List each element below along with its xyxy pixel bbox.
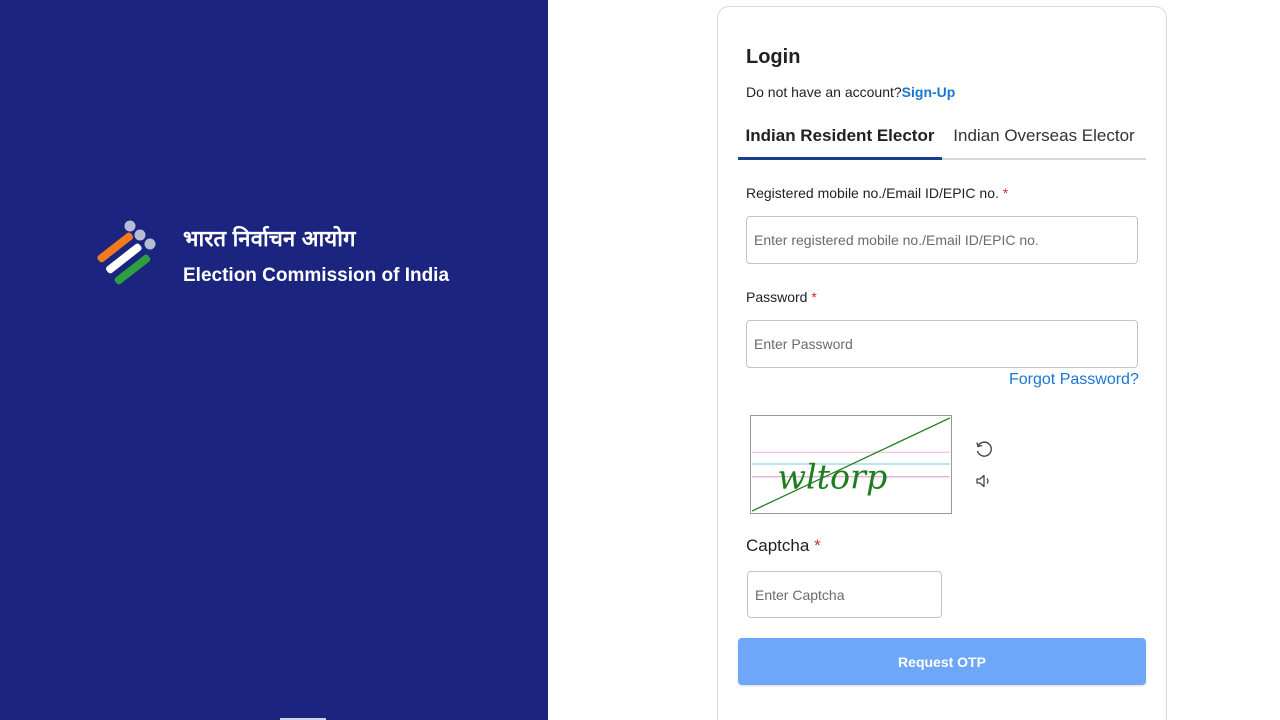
password-input-placeholder: Enter Password	[754, 336, 853, 352]
signup-link[interactable]: Sign-Up	[902, 84, 956, 100]
id-input-placeholder: Enter registered mobile no./Email ID/EPI…	[754, 232, 1039, 248]
captcha-image: wltorp	[750, 415, 952, 514]
login-title: Login	[746, 46, 801, 68]
password-input[interactable]: Enter Password	[746, 320, 1138, 368]
required-marker: *	[811, 289, 817, 305]
captcha-input-placeholder: Enter Captcha	[755, 586, 845, 603]
captcha-text: wltorp	[778, 458, 888, 497]
captcha-input[interactable]: Enter Captcha	[747, 571, 942, 618]
password-field-label: Password *	[746, 289, 817, 305]
brand-hindi-name: भारत निर्वाचन आयोग	[183, 226, 356, 251]
forgot-password-link[interactable]: Forgot Password?	[1009, 371, 1139, 389]
audio-captcha-icon[interactable]	[973, 470, 995, 492]
brand-block: भारत निर्वाचन आयोग Election Commission o…	[92, 216, 449, 294]
signup-prompt: Do not have an account?Sign-Up	[746, 84, 955, 100]
captcha-field-label: Captcha *	[746, 536, 821, 555]
id-field-label: Registered mobile no./Email ID/EPIC no. …	[746, 185, 1009, 201]
request-otp-button[interactable]: Request OTP	[738, 638, 1146, 685]
required-marker: *	[814, 536, 821, 555]
id-input[interactable]: Enter registered mobile no./Email ID/EPI…	[746, 216, 1138, 264]
tab-indian-resident-elector[interactable]: Indian Resident Elector	[738, 112, 942, 160]
elector-type-tabs: Indian Resident Elector Indian Overseas …	[738, 112, 1146, 160]
no-account-text: Do not have an account?	[746, 84, 902, 100]
tab-indian-overseas-elector[interactable]: Indian Overseas Elector	[942, 112, 1146, 160]
required-marker: *	[1002, 185, 1009, 201]
active-tab-indicator	[738, 157, 942, 160]
brand-english-name: Election Commission of India	[183, 265, 450, 286]
eci-logo	[97, 220, 156, 285]
branding-panel: भारत निर्वाचन आयोग Election Commission o…	[0, 0, 548, 720]
refresh-captcha-icon[interactable]	[973, 439, 995, 461]
